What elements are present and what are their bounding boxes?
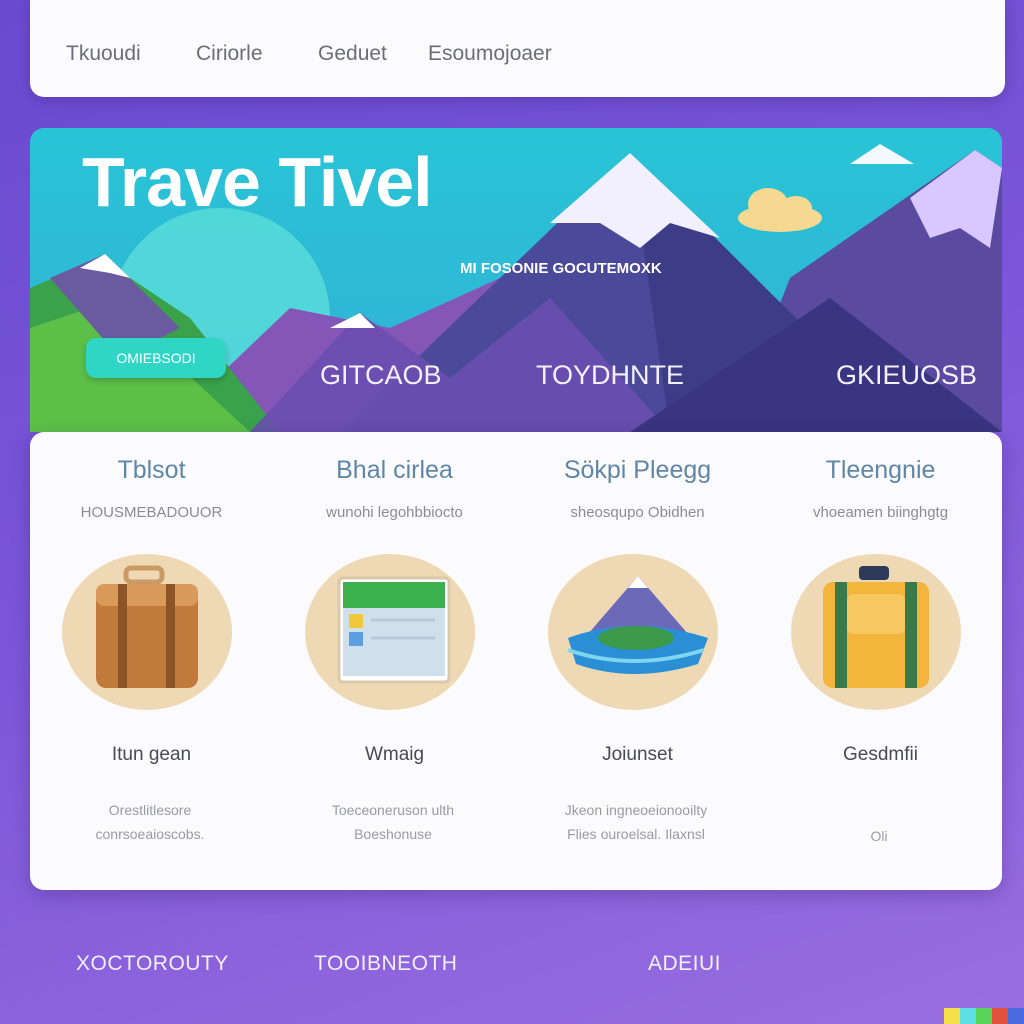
feature-title: Tblsot (117, 456, 186, 484)
feature-card-2[interactable]: Bhal cirlea wunohi legohbbiocto Wmaig To… (273, 432, 516, 890)
hero-link-2[interactable]: TOYDHNTE (536, 360, 684, 391)
feature-title: Tleengnie (825, 456, 936, 484)
map-photo-icon (305, 554, 475, 710)
nav-item-1[interactable]: Tkuoudi (66, 42, 141, 66)
hero-title: Trave Tivel (82, 143, 433, 221)
feature-name: Itun gean (111, 744, 192, 765)
hero-link-1[interactable]: GITCAOB (320, 360, 442, 391)
feature-description-line: Boeshonuse (354, 826, 432, 842)
features-panel: Tblsot HOUSMEBADOUOR Itun gean Orestlitl… (30, 432, 1002, 890)
hero-link-3[interactable]: GKIEUOSB (836, 360, 977, 391)
feature-name: Gesdmfii (843, 744, 918, 765)
feature-description-line: Oli (870, 828, 888, 844)
feature-card-1[interactable]: Tblsot HOUSMEBADOUOR Itun gean Orestlitl… (30, 432, 273, 890)
feature-tagline: vhoeamen biinghgtg (812, 504, 949, 521)
feature-name: Wmaig (364, 744, 425, 765)
feature-title: Bhal cirlea (336, 456, 453, 484)
footer-link-1[interactable]: XOCTOROUTY (76, 952, 229, 976)
feature-description: Orestlitlesore conrsoeaioscobs. (50, 798, 250, 846)
hero-cta-button[interactable]: OMIEBSODI (86, 338, 226, 378)
feature-tagline: sheosqupo Obidhen (570, 504, 705, 521)
nav-item-3[interactable]: Geduet (318, 42, 387, 66)
suitcase-icon (62, 554, 232, 710)
nav-item-4[interactable]: Esoumojoaer (428, 42, 552, 66)
feature-description-line: Jkeon ingneoeionooilty (564, 802, 708, 818)
feature-description-line: Flies ouroelsal. Ilaxnsl (567, 826, 705, 842)
feature-description: Oli (779, 824, 979, 848)
feature-card-3[interactable]: Sökpi Pleegg sheosqupo Obidhen Joiunset … (516, 432, 759, 890)
feature-tagline: wunohi legohbbiocto (326, 504, 463, 521)
top-navigation-bar: Tkuoudi Ciriorle Geduet Esoumojoaer (30, 0, 1005, 97)
backpack-icon (791, 554, 961, 710)
feature-description-line: conrsoeaioscobs. (95, 826, 205, 842)
feature-description-line: Orestlitlesore (108, 802, 192, 818)
feature-tagline: HOUSMEBADOUOR (80, 504, 223, 521)
feature-description: Jkeon ingneoeionooilty Flies ouroelsal. … (536, 798, 736, 846)
island-landscape-icon (548, 554, 718, 710)
nav-item-2[interactable]: Ciriorle (196, 42, 263, 66)
footer-link-2[interactable]: TOOIBNEOTH (314, 952, 457, 976)
feature-card-4[interactable]: Tleengnie vhoeamen biinghgtg Gesdmfii Ol… (759, 432, 1002, 890)
feature-title: Sökpi Pleegg (563, 456, 712, 484)
color-strip (944, 1008, 1024, 1024)
hero-subtitle: MI FOSONIE GOCUTEMOXK (460, 260, 662, 277)
feature-name: Joiunset (602, 744, 673, 765)
footer-link-3[interactable]: ADEIUI (648, 952, 721, 976)
feature-description: Toeceoneruson ulth Boeshonuse (293, 798, 493, 846)
feature-description-line: Toeceoneruson ulth (331, 802, 455, 818)
hero-banner: Trave Tivel MI FOSONIE GOCUTEMOXK OMIEBS… (30, 128, 1002, 432)
